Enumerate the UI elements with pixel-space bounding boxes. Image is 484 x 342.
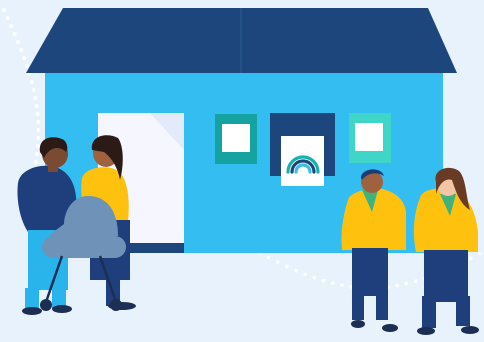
path-dot xyxy=(12,32,17,36)
stroller-wheel-right xyxy=(110,299,122,311)
girl-leg-right xyxy=(456,296,470,326)
path-dot xyxy=(5,16,10,20)
path-dot xyxy=(31,88,36,92)
window-right xyxy=(349,113,391,163)
path-dot xyxy=(331,281,335,286)
path-dot xyxy=(24,64,29,68)
parent-leg-right xyxy=(52,288,66,308)
path-dot xyxy=(35,144,40,148)
path-dot xyxy=(395,283,400,288)
path-dot xyxy=(36,120,41,124)
path-dot xyxy=(275,260,280,264)
path-dot xyxy=(321,278,326,283)
path-dot xyxy=(2,8,6,12)
path-dot xyxy=(36,136,41,140)
path-dot xyxy=(33,160,38,164)
path-dot xyxy=(15,40,20,44)
path-dot xyxy=(266,255,271,260)
path-dot xyxy=(29,80,34,84)
path-dot xyxy=(33,96,38,100)
boy-shoe-right xyxy=(382,324,398,332)
path-dot xyxy=(413,279,418,284)
path-dot xyxy=(312,275,317,280)
parent-leg-left xyxy=(25,288,39,310)
poster xyxy=(270,113,335,186)
boy-shoe-left xyxy=(351,320,365,328)
path-dot xyxy=(285,264,289,269)
path-dot xyxy=(294,268,298,273)
path-dot xyxy=(340,283,344,288)
path-dot xyxy=(19,48,24,52)
path-dot xyxy=(469,256,473,261)
boy-leg-left xyxy=(352,292,364,320)
window-left xyxy=(215,114,257,164)
girl-leg-left xyxy=(422,296,436,328)
path-dot xyxy=(303,272,308,277)
parent-shoe-left xyxy=(22,307,42,315)
girl-shoe-left xyxy=(417,327,435,335)
stroller-basket xyxy=(42,236,126,258)
path-dot xyxy=(9,24,14,28)
window-pane-right xyxy=(355,123,383,151)
illustration-scene xyxy=(0,0,484,342)
path-dot xyxy=(36,128,41,132)
path-dot xyxy=(34,152,39,156)
girl-shoe-right xyxy=(461,326,479,334)
boy-trousers xyxy=(352,248,388,296)
path-dot xyxy=(35,112,40,116)
path-dot xyxy=(22,56,27,60)
path-dot xyxy=(478,251,482,256)
boy-leg-right xyxy=(376,292,388,320)
parent-shoe-right xyxy=(52,305,72,313)
path-dot xyxy=(404,281,409,286)
girl-trousers xyxy=(424,250,468,302)
path-dot xyxy=(34,104,39,108)
stroller-wheel-left xyxy=(40,299,52,311)
window-pane-left xyxy=(222,124,250,152)
scene-svg xyxy=(0,0,484,342)
